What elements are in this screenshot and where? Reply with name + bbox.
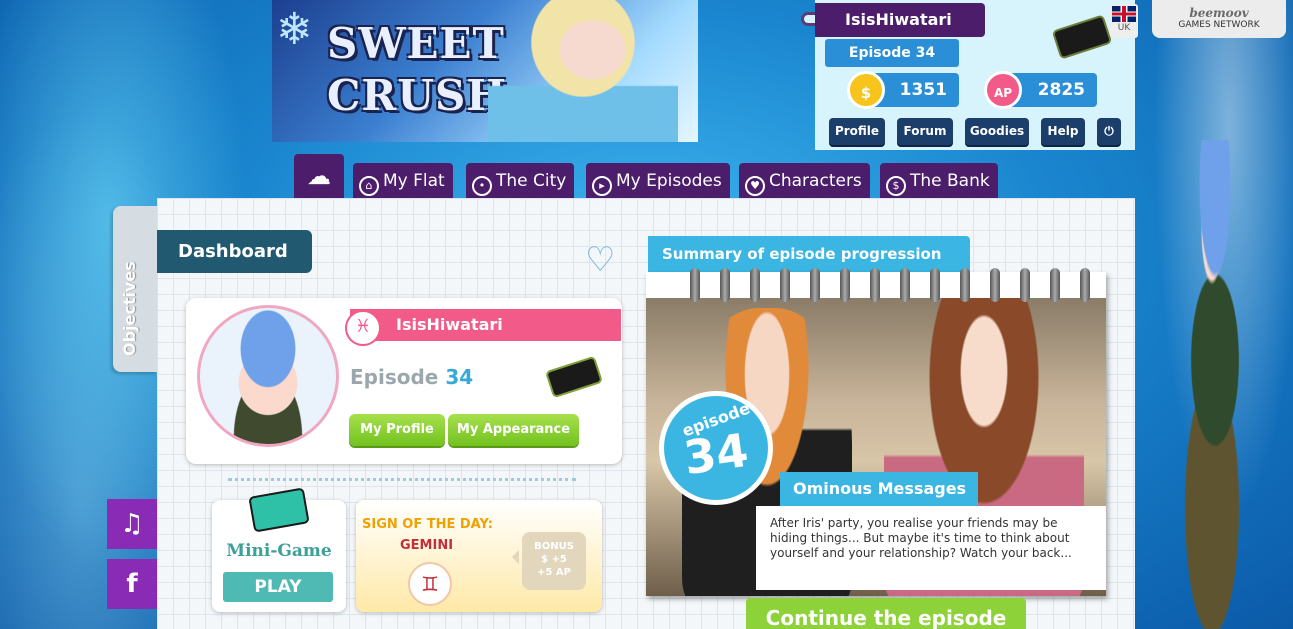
profile-button[interactable]: Profile — [829, 118, 885, 145]
nav-tab-the-city[interactable]: • The City — [466, 163, 575, 199]
episode-description: After Iris' party, you realise your frie… — [756, 506, 1106, 590]
network-brand: beemoov — [1189, 6, 1249, 20]
facebook-button[interactable]: f — [107, 559, 157, 609]
logo-line-1: SWEET — [327, 19, 505, 68]
bonus-dollars: $ +5 — [541, 554, 567, 565]
nav-tab-label: My Episodes — [616, 171, 722, 191]
uk-flag-icon — [1112, 6, 1136, 22]
dashboard-title: Dashboard — [157, 230, 312, 273]
heart-doodle-icon: ♡ — [585, 240, 616, 280]
avatar[interactable] — [197, 305, 339, 447]
language-code: UK — [1117, 23, 1131, 33]
facebook-icon: f — [126, 569, 138, 599]
episode-title: Ominous Messages — [780, 472, 978, 506]
nav-tab-the-bank[interactable]: $ The Bank — [880, 163, 998, 199]
ap-icon: AP — [984, 71, 1022, 109]
summary-title: Summary of episode progression — [648, 236, 970, 272]
my-profile-button[interactable]: My Profile — [349, 414, 445, 446]
nav-tab-characters[interactable]: ♥ Characters — [739, 163, 870, 199]
profile-username: IsisHiwatari — [350, 309, 621, 341]
game-logo-banner[interactable]: ❄ SWEET CRUSH — [272, 0, 698, 142]
pisces-icon: ♓ — [345, 310, 381, 346]
account-episode[interactable]: Episode 34 — [825, 39, 959, 67]
music-note-icon: ♫ — [120, 509, 144, 539]
profile-episode-prefix: Episode — [350, 365, 439, 389]
network-label: GAMES NETWORK — [1178, 20, 1260, 30]
player-character-art — [1140, 140, 1290, 629]
cupcake-home-icon: ☁ — [307, 162, 331, 190]
house-icon: ⌂ — [359, 176, 379, 196]
logo-character-art — [488, 0, 678, 142]
bonus-title: BONUS — [534, 541, 574, 552]
play-button[interactable]: PLAY — [223, 572, 333, 602]
divider — [228, 478, 576, 481]
nav-tab-label: The City — [496, 171, 567, 191]
play-icon: ▸ — [592, 176, 612, 196]
account-username[interactable]: IsisHiwatari — [815, 3, 985, 37]
my-appearance-button[interactable]: My Appearance — [448, 414, 579, 446]
music-toggle-button[interactable]: ♫ — [107, 499, 157, 549]
account-panel: IsisHiwatari Episode 34 1351 $ 2825 AP P… — [801, 0, 1135, 150]
phone-icon[interactable] — [1051, 14, 1113, 60]
dollar-coin-icon: $ — [847, 71, 885, 109]
bonus-bubble: BONUS $ +5 +5 AP — [512, 532, 586, 590]
nav-tab-my-episodes[interactable]: ▸ My Episodes — [586, 163, 730, 199]
nav-tab-label: The Bank — [910, 171, 990, 191]
profile-episode-number: 34 — [445, 365, 474, 389]
forum-button[interactable]: Forum — [897, 118, 953, 145]
logo-line-2: CRUSH — [327, 71, 507, 120]
bonus-ap: +5 AP — [537, 567, 571, 578]
map-pin-icon: • — [472, 176, 492, 196]
beemoov-network-link[interactable]: beemoov GAMES NETWORK — [1152, 0, 1286, 38]
nav-tab-label: Characters — [769, 171, 862, 191]
nav-tab-my-flat[interactable]: ⌂ My Flat — [353, 163, 453, 199]
snowflake-icon: ❄ — [276, 4, 313, 55]
logo-text: SWEET CRUSH — [327, 18, 507, 122]
sign-title: SIGN OF THE DAY: — [362, 517, 493, 532]
language-selector[interactable]: UK — [1110, 4, 1138, 38]
objectives-label: Objectives — [120, 261, 139, 356]
sign-name: GEMINI — [400, 538, 454, 553]
goodies-button[interactable]: Goodies — [965, 118, 1029, 145]
profile-episode: Episode 34 — [350, 365, 473, 389]
episode-badge: episode 34 — [659, 391, 773, 505]
power-icon[interactable]: ⏻ — [1097, 118, 1121, 145]
minigame-label: Mini-Game — [226, 541, 332, 561]
notebook-rings — [690, 268, 1090, 302]
continue-episode-button[interactable]: Continue the episode — [746, 598, 1026, 629]
gemini-icon: ♊ — [408, 562, 452, 606]
help-button[interactable]: Help — [1041, 118, 1085, 145]
heart-icon: ♥ — [745, 176, 765, 196]
nav-tab-label: My Flat — [383, 171, 445, 191]
nav-home-button[interactable]: ☁ — [294, 154, 344, 198]
dollar-icon: $ — [886, 176, 906, 196]
objectives-tab[interactable]: Objectives — [113, 206, 157, 372]
